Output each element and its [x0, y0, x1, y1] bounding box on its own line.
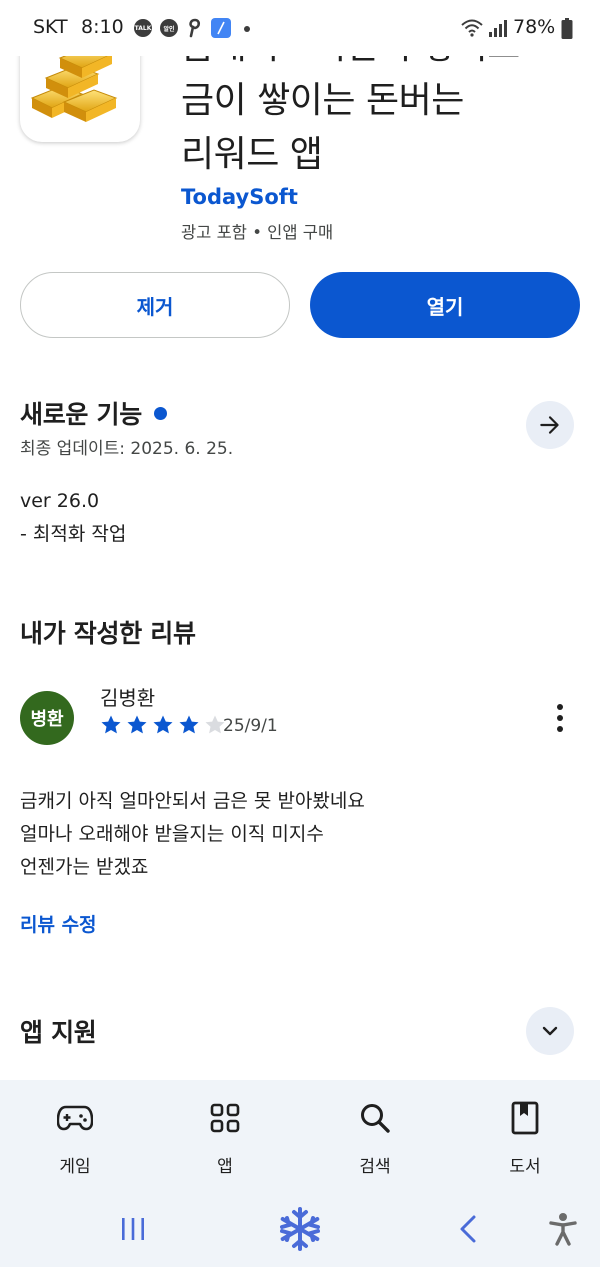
wifi-icon [461, 19, 483, 37]
arrow-right-icon [540, 416, 559, 434]
chevron-left-icon [460, 1215, 476, 1243]
open-button[interactable]: 열기 [310, 272, 580, 338]
app-notification-icon [189, 18, 201, 38]
talk-notification-icon: TALK [134, 19, 152, 37]
avatar: 병환 [20, 691, 74, 745]
alert-notification-icon: 알인 [160, 19, 178, 37]
dot-icon [557, 726, 563, 732]
developer-link[interactable]: TodaySoft [181, 185, 298, 209]
bottom-navigation: 게임 앱 검색 도서 [0, 1080, 600, 1195]
nav-label-games: 게임 [59, 1157, 91, 1177]
nav-item-games[interactable]: 게임 [20, 1080, 130, 1195]
accessibility-icon [549, 1213, 577, 1246]
whats-new-arrow-button[interactable] [526, 401, 574, 449]
edit-review-link[interactable]: 리뷰 수정 [20, 910, 97, 937]
search-icon [355, 1098, 395, 1138]
star-rating [99, 713, 227, 737]
release-notes: ver 26.0 - 최적화 작업 [20, 490, 127, 545]
signal-icon [489, 20, 507, 37]
carrier-name: SKT [33, 16, 68, 38]
recent-apps-icon [122, 1218, 144, 1240]
last-updated: 최종 업데이트: 2025. 6. 25. [20, 439, 234, 459]
home-button[interactable] [270, 1207, 330, 1251]
snowflake-home-icon [280, 1207, 320, 1251]
nav-item-apps[interactable]: 앱 [170, 1080, 280, 1195]
system-navigation-bar [0, 1195, 600, 1267]
more-options-button[interactable] [548, 700, 572, 736]
back-button[interactable] [438, 1207, 498, 1251]
nav-label-search: 검색 [359, 1157, 391, 1177]
new-indicator-dot [153, 406, 167, 420]
status-bar: SKT 8:10 TALK 알인 78% [0, 0, 600, 56]
battery-percent: 78% [513, 16, 556, 38]
clock: 8:10 [81, 16, 124, 38]
star-filled-icon [179, 715, 199, 734]
remove-button[interactable]: 제거 [20, 272, 290, 338]
nav-item-books[interactable]: 도서 [470, 1080, 580, 1195]
reviewer-name: 김병환 [100, 686, 156, 710]
whats-new-title: 새로운 기능 [20, 400, 142, 429]
dot-icon [557, 715, 563, 721]
app-meta: 광고 포함 • 인앱 구매 [181, 223, 334, 242]
app-support-expand-button[interactable] [526, 1007, 574, 1055]
app-shortcut-icon [211, 18, 231, 38]
apps-grid-icon [205, 1098, 245, 1138]
more-notifications-icon [244, 26, 250, 32]
star-filled-icon [153, 715, 173, 734]
my-review-title: 내가 작성한 리뷰 [20, 619, 196, 648]
review-date: 25/9/1 [223, 716, 278, 736]
dot-icon [557, 704, 563, 710]
nav-item-search[interactable]: 검색 [320, 1080, 430, 1195]
recent-apps-button[interactable] [103, 1207, 163, 1251]
battery-icon [561, 18, 573, 39]
star-filled-icon [101, 715, 121, 734]
review-text: 금캐기 아직 얼마안되서 금은 못 받아봤네요 얼마나 오래해야 받을지는 이직… [20, 790, 365, 878]
whats-new-header[interactable]: 새로운 기능 [20, 395, 167, 431]
nav-label-apps: 앱 [217, 1157, 233, 1177]
chevron-down-icon [542, 1026, 558, 1036]
app-support-title[interactable]: 앱 지원 [20, 1013, 97, 1049]
star-filled-icon [127, 715, 147, 734]
book-icon [505, 1098, 545, 1138]
accessibility-button[interactable] [533, 1207, 593, 1251]
nav-label-books: 도서 [509, 1157, 541, 1177]
gamepad-icon [55, 1098, 95, 1138]
